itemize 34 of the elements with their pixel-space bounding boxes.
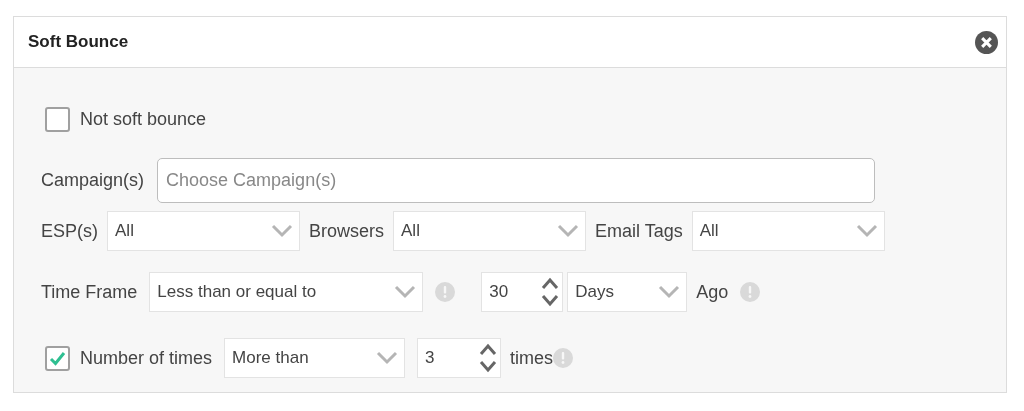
chevron-down-icon bbox=[271, 224, 293, 238]
field-label: Ago bbox=[696, 280, 729, 304]
dropdown[interactable]: Days bbox=[567, 272, 688, 312]
spinner-arrows-icon[interactable] bbox=[479, 342, 498, 374]
chevron-down-icon bbox=[376, 351, 399, 365]
chevron-down-icon bbox=[557, 224, 580, 238]
field-label: ESP(s) bbox=[41, 219, 98, 243]
chevron-down-icon bbox=[658, 285, 681, 299]
dropdown[interactable]: All bbox=[107, 211, 300, 251]
number-field[interactable]: 3 bbox=[417, 338, 502, 378]
checkbox[interactable] bbox=[45, 345, 70, 371]
close-icon[interactable] bbox=[975, 30, 998, 54]
chevron-down-icon bbox=[394, 285, 417, 299]
campaign-field[interactable]: Choose Campaign(s) bbox=[157, 158, 876, 203]
number-field[interactable]: 30 bbox=[481, 272, 564, 312]
info-icon bbox=[740, 282, 761, 302]
spinner-arrows-icon[interactable] bbox=[541, 276, 560, 308]
dropdown[interactable]: Less than or equal to bbox=[149, 272, 424, 312]
info-icon bbox=[553, 348, 574, 368]
chevron-down-icon bbox=[855, 224, 878, 238]
field-label: Not soft bounce bbox=[80, 108, 207, 131]
dropdown[interactable]: More than bbox=[224, 338, 406, 378]
field-label: Time Frame bbox=[41, 280, 138, 304]
dropdown[interactable]: All bbox=[691, 211, 885, 251]
info-icon bbox=[435, 282, 456, 302]
field-label: Browsers bbox=[309, 219, 385, 243]
checkbox[interactable] bbox=[45, 107, 70, 132]
field-label: Campaign(s) bbox=[41, 169, 145, 192]
dropdown[interactable]: All bbox=[393, 211, 587, 251]
panel-title: Soft Bounce bbox=[28, 31, 129, 54]
field-label: times bbox=[510, 346, 554, 370]
field-label: Email Tags bbox=[595, 219, 683, 243]
field-label: Number of times bbox=[80, 346, 213, 370]
checkmark-icon bbox=[49, 350, 66, 366]
